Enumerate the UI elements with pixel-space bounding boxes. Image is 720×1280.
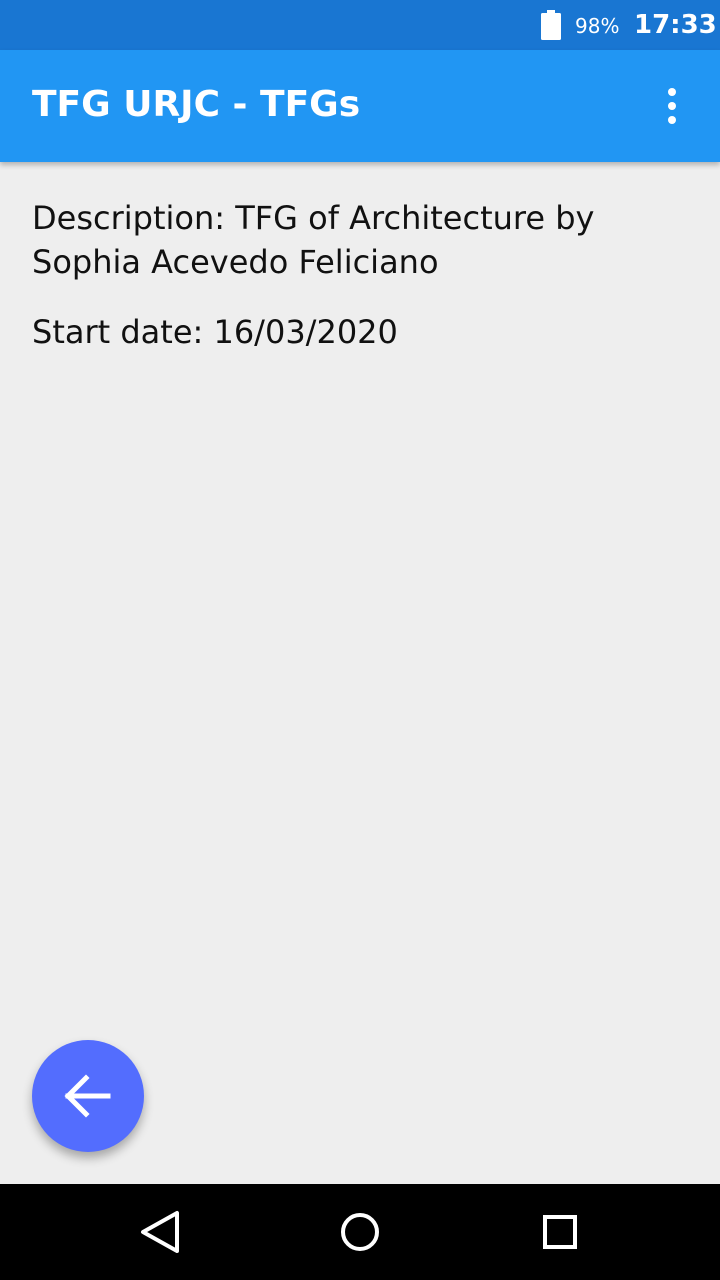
navigation-bar — [0, 1184, 720, 1280]
nav-home-button[interactable] — [324, 1196, 396, 1268]
battery-icon — [541, 10, 561, 40]
back-fab-button[interactable] — [32, 1040, 144, 1152]
nav-home-icon — [341, 1213, 379, 1251]
app-title: TFG URJC - TFGs — [32, 84, 361, 125]
nav-back-icon — [141, 1211, 179, 1253]
status-bar: 98% 17:33 — [0, 0, 720, 50]
app-bar: TFG URJC - TFGs — [0, 50, 720, 162]
nav-recents-button[interactable] — [524, 1196, 596, 1268]
arrow-back-icon — [64, 1074, 111, 1118]
start-date-text: Start date: 16/03/2020 — [32, 313, 398, 351]
battery-percentage: 98% — [575, 14, 620, 38]
more-vert-icon — [668, 88, 676, 124]
tfg-details: Description: TFG of Architecture by Soph… — [32, 196, 692, 354]
nav-recents-icon — [543, 1215, 577, 1249]
nav-back-button[interactable] — [124, 1196, 196, 1268]
status-time: 17:33 — [634, 10, 717, 40]
description-text: Description: TFG of Architecture by Soph… — [32, 199, 595, 281]
overflow-menu-button[interactable] — [648, 82, 696, 130]
